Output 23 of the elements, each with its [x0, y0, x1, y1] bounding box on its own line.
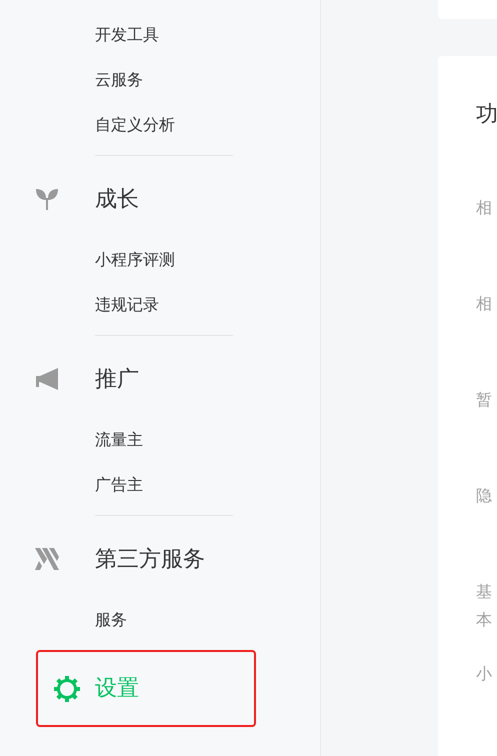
nav-item[interactable]: 违规记录 [95, 292, 159, 316]
field-label: 基 [476, 581, 493, 603]
field-label: 相 [476, 197, 493, 219]
nav-item[interactable]: 自定义分析 [95, 112, 175, 136]
field-label: 暂 [476, 389, 493, 411]
service-icon [34, 548, 58, 570]
nav-item[interactable]: 开发工具 [95, 22, 159, 46]
field-label: 相 [476, 293, 493, 315]
nav-item[interactable]: 云服务 [95, 68, 143, 92]
field-label: 本 [476, 609, 493, 631]
megaphone-icon [34, 367, 58, 391]
nav-group-title[interactable]: 第三方服务 [95, 542, 205, 576]
field-label: 隐 [476, 485, 493, 507]
nav-item[interactable]: 广告主 [95, 472, 143, 496]
nav-group-title[interactable]: 推广 [95, 362, 139, 396]
settings-icon [52, 674, 80, 702]
sprout-icon [34, 188, 58, 210]
card-title: 功 [476, 101, 497, 129]
nav-item[interactable]: 小程序评测 [95, 248, 175, 272]
nav-item[interactable]: 服务 [95, 608, 127, 632]
field-label: 小 [476, 663, 493, 685]
nav-item[interactable]: 流量主 [95, 428, 143, 452]
nav-group-title[interactable]: 成长 [95, 182, 139, 216]
